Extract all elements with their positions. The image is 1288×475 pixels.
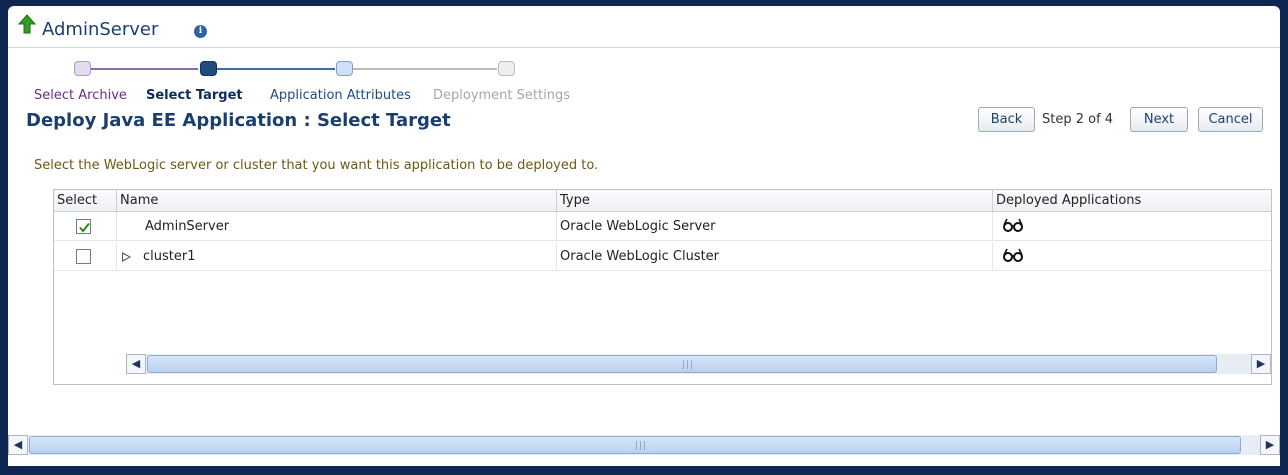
train-stop-select-archive[interactable] (74, 61, 91, 76)
glasses-icon[interactable] (1002, 217, 1024, 233)
table-header: Select Name Type Deployed Applications (54, 190, 1271, 212)
page-scrollbar-thumb[interactable]: ||| (29, 436, 1241, 454)
expand-triangle-icon[interactable] (122, 252, 131, 262)
select-cell (54, 242, 117, 271)
scroll-left-arrow-icon[interactable]: ◀ (126, 354, 146, 374)
deployed-apps-cell (993, 242, 1271, 271)
table-row[interactable]: cluster1 Oracle WebLogic Cluster (54, 242, 1271, 271)
glasses-icon[interactable] (1002, 247, 1024, 263)
column-header-deployed-applications[interactable]: Deployed Applications (993, 190, 1271, 212)
page-scroll-right-arrow-icon[interactable]: ▶ (1260, 435, 1280, 455)
train-label-deployment-settings: Deployment Settings (433, 88, 570, 103)
name-cell: AdminServer (117, 212, 557, 241)
select-checkbox-adminserver[interactable] (76, 219, 91, 234)
checkmark-icon (79, 222, 90, 233)
instruction-text: Select the WebLogic server or cluster th… (34, 158, 599, 173)
train-connector (90, 68, 198, 70)
select-checkbox-cluster1[interactable] (76, 249, 91, 264)
name-cell: cluster1 (117, 242, 557, 271)
server-title: AdminServer (42, 19, 159, 40)
scrollbar-grip-icon: ||| (682, 360, 695, 370)
page-title: Deploy Java EE Application : Select Targ… (26, 110, 451, 131)
train-connector (353, 68, 497, 70)
select-cell (54, 212, 117, 241)
train-connector (217, 68, 335, 70)
page-scrollbar-grip-icon: ||| (635, 441, 648, 451)
cancel-button[interactable]: Cancel (1198, 107, 1263, 132)
targets-table: Select Name Type Deployed Applications A… (53, 189, 1272, 385)
page-scroll-left-arrow-icon[interactable]: ◀ (8, 435, 28, 455)
train-stop-deployment-settings (498, 61, 515, 76)
type-cell: Oracle WebLogic Server (557, 212, 993, 241)
next-button[interactable]: Next (1130, 107, 1188, 132)
page-horizontal-scrollbar[interactable]: ◀ ||| ▶ (8, 435, 1280, 455)
scroll-right-arrow-icon[interactable]: ▶ (1251, 354, 1271, 374)
column-header-type[interactable]: Type (557, 190, 993, 212)
green-up-arrow-icon[interactable] (18, 14, 36, 34)
info-icon[interactable]: i (194, 25, 207, 38)
train-stop-application-attributes[interactable] (336, 61, 353, 76)
page-header: AdminServer i (8, 6, 1280, 48)
train-stop-select-target (200, 61, 217, 76)
table-horizontal-scrollbar[interactable]: ◀ ||| ▶ (126, 354, 1271, 374)
column-header-select[interactable]: Select (54, 190, 117, 212)
back-button[interactable]: Back (978, 107, 1035, 132)
deployed-apps-cell (993, 212, 1271, 241)
column-header-name[interactable]: Name (117, 190, 557, 212)
type-cell: Oracle WebLogic Cluster (557, 242, 993, 271)
content-frame: AdminServer i Select Archive Select Targ… (8, 6, 1280, 466)
train-wizard: Select Archive Select Target Application… (8, 50, 708, 103)
table-row[interactable]: AdminServer Oracle WebLogic Server (54, 212, 1271, 241)
train-label-select-archive[interactable]: Select Archive (34, 88, 127, 103)
train-label-application-attributes[interactable]: Application Attributes (270, 88, 411, 103)
train-label-select-target: Select Target (146, 88, 243, 103)
scrollbar-thumb[interactable]: ||| (147, 355, 1217, 373)
step-indicator: Step 2 of 4 (1042, 112, 1114, 127)
